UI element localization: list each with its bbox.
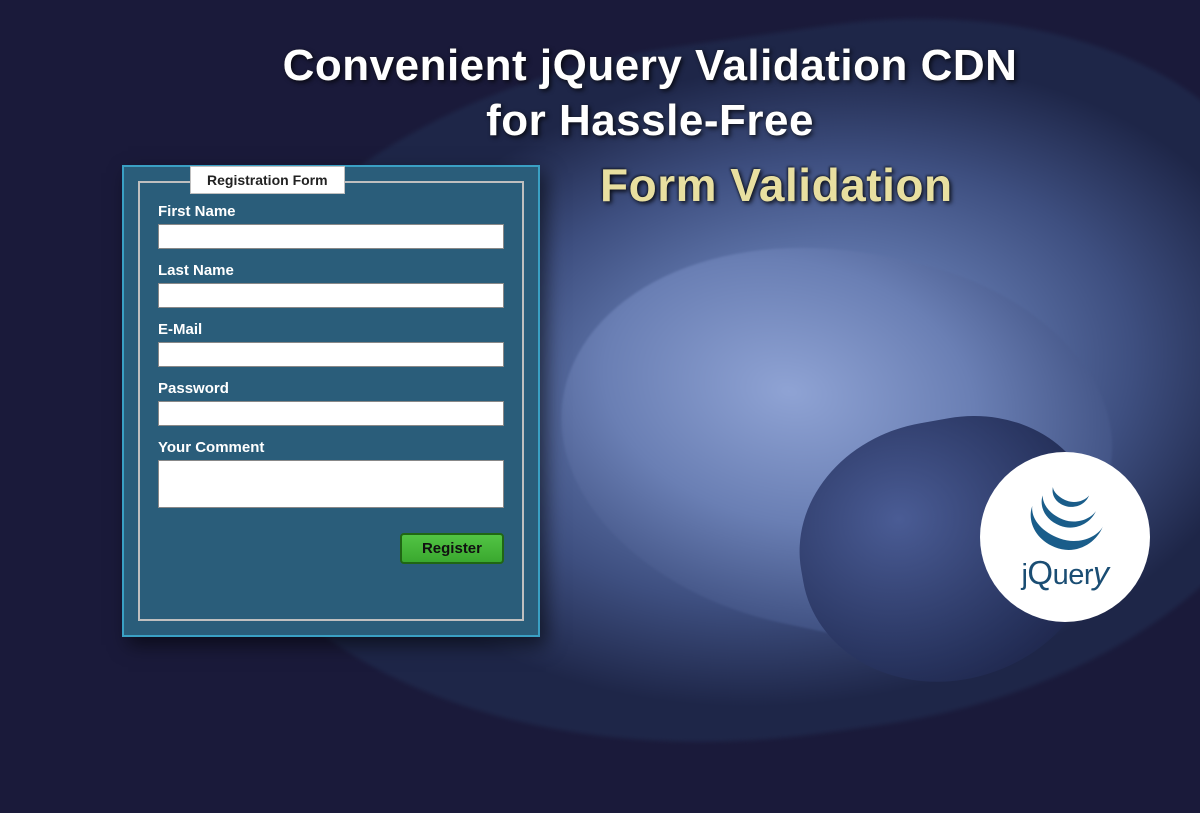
field-group-email: E-Mail: [158, 321, 504, 367]
field-group-comment: Your Comment: [158, 439, 504, 513]
last-name-input[interactable]: [158, 283, 504, 308]
form-fieldset: Registration Form First Name Last Name E…: [138, 181, 524, 621]
last-name-label: Last Name: [158, 262, 504, 279]
email-input[interactable]: [158, 342, 504, 367]
comment-label: Your Comment: [158, 439, 504, 456]
jquery-swirl-icon: [1022, 478, 1108, 556]
password-input[interactable]: [158, 401, 504, 426]
field-group-last-name: Last Name: [158, 262, 504, 308]
comment-textarea[interactable]: [158, 460, 504, 508]
headline-accent: Form Validation: [600, 158, 953, 212]
field-group-password: Password: [158, 380, 504, 426]
headline-line-2: for Hassle-Free: [486, 96, 814, 145]
first-name-label: First Name: [158, 203, 504, 220]
jquery-logo-badge: jQuery: [980, 452, 1150, 622]
jquery-logo-text: jQuery: [1021, 554, 1108, 592]
first-name-input[interactable]: [158, 224, 504, 249]
button-row: Register: [158, 533, 504, 564]
field-group-first-name: First Name: [158, 203, 504, 249]
password-label: Password: [158, 380, 504, 397]
headline-line-1: Convenient jQuery Validation CDN: [283, 41, 1018, 90]
form-legend: Registration Form: [190, 166, 345, 194]
register-button[interactable]: Register: [400, 533, 504, 564]
headline: Convenient jQuery Validation CDN for Has…: [130, 38, 1170, 148]
email-label: E-Mail: [158, 321, 504, 338]
registration-form-card: Registration Form First Name Last Name E…: [122, 165, 540, 637]
